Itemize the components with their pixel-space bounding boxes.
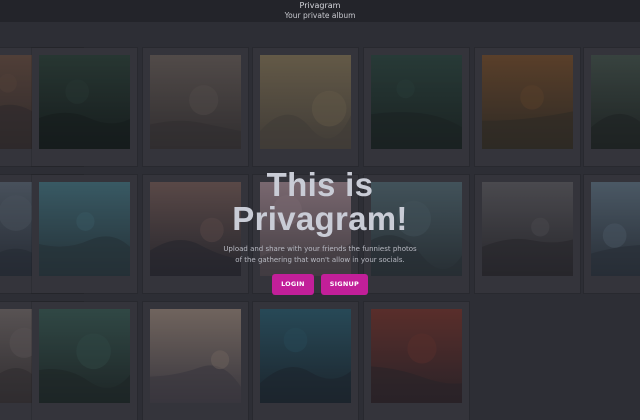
app-header: Privagram Your private album — [0, 0, 640, 22]
app-subtitle: Your private album — [284, 11, 356, 20]
hero-title: This is Privagram! — [0, 168, 640, 236]
auth-actions: LOGIN SIGNUP — [0, 271, 640, 295]
login-button[interactable]: LOGIN — [272, 274, 314, 295]
hero: This is Privagram! Upload and share with… — [0, 168, 640, 265]
signup-button[interactable]: SIGNUP — [320, 274, 368, 295]
hero-title-line2: Privagram! — [232, 200, 408, 237]
hero-description: Upload and share with your friends the f… — [223, 245, 417, 264]
app-title: Privagram — [299, 1, 341, 10]
hero-title-line1: This is — [266, 166, 374, 203]
